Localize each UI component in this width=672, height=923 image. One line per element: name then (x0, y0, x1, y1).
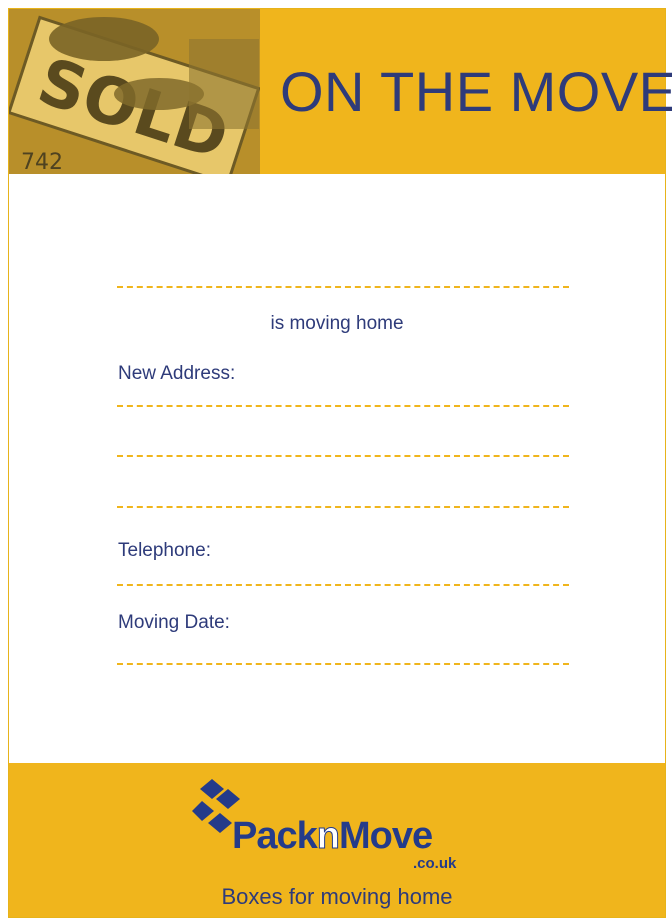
footer-banner: PacknMove .co.uk Boxes for moving home (9, 763, 665, 917)
moving-text: is moving home (270, 313, 404, 334)
telephone-line (117, 584, 569, 586)
new-address-label: New Address: (118, 363, 236, 384)
address-line-1 (117, 405, 569, 407)
moving-date-line (117, 663, 569, 665)
header-banner: SOLD 742 ON THE MOVE (9, 9, 672, 174)
page-title: ON THE MOVE (280, 60, 672, 123)
logo-domain: .co.uk (413, 855, 457, 872)
packnmove-logo: PacknMove (232, 815, 433, 858)
tagline: Boxes for moving home (221, 884, 453, 909)
moving-date-label: Moving Date: (118, 612, 230, 633)
sold-sign-photo: SOLD 742 (9, 9, 260, 174)
logo-pack: Pack (232, 815, 318, 857)
logo-move: Move (338, 815, 433, 857)
sold-sign-number: 742 (21, 150, 63, 174)
address-line-3 (117, 506, 569, 508)
address-line-2 (117, 455, 569, 457)
name-line (117, 286, 569, 288)
moving-card: SOLD 742 ON THE MOVE is moving home New … (8, 8, 672, 918)
logo-n: n (316, 815, 340, 858)
telephone-label: Telephone: (118, 540, 211, 561)
